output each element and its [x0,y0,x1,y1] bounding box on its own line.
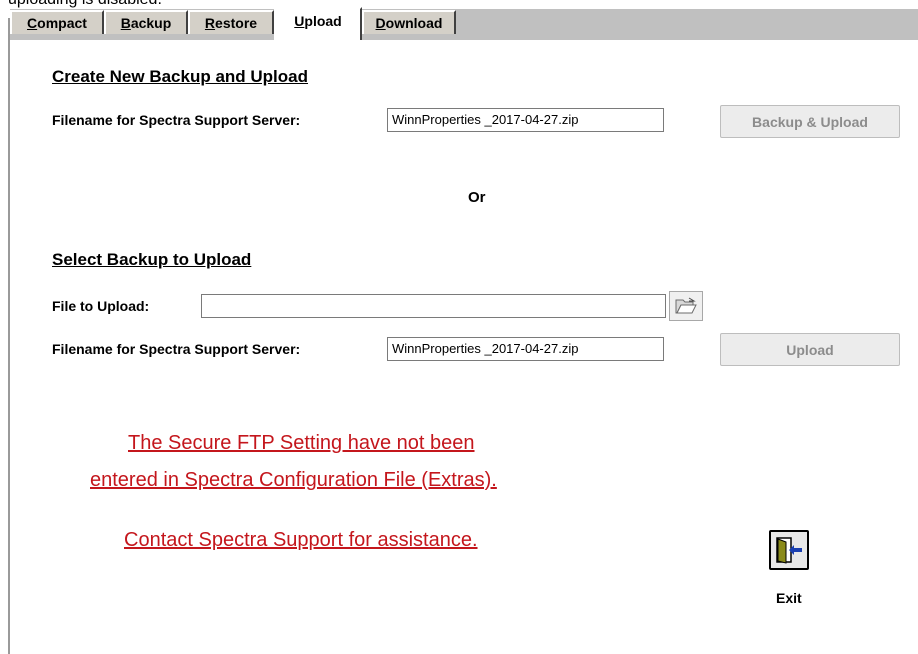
upload-button[interactable]: Upload [720,333,900,366]
tab-download-rest: ownload [385,15,443,31]
exit-door-icon [776,537,802,564]
browse-folder-button[interactable] [669,291,703,321]
select-filename-field[interactable]: WinnProperties _2017-04-27.zip [387,337,664,361]
tab-upload[interactable]: Upload [274,7,362,41]
create-filename-field[interactable]: WinnProperties _2017-04-27.zip [387,108,664,132]
tab-upload-key: U [294,13,305,29]
or-separator: Or [468,189,486,206]
tab-backup[interactable]: Backup [104,10,188,34]
tab-backup-key: B [120,15,131,31]
select-filename-label: Filename for Spectra Support Server: [52,341,301,357]
tab-download-key: D [375,15,386,31]
warning-line-3: Contact Spectra Support for assistance. [124,529,478,551]
select-backup-title: Select Backup to Upload [52,250,252,269]
tab-restore[interactable]: Restore [188,10,274,34]
file-to-upload-field[interactable] [201,294,666,318]
tab-compact-rest: ompact [37,15,87,31]
exit-button[interactable] [769,530,809,570]
warning-line-1: The Secure FTP Setting have not been [128,432,475,454]
tab-restore-rest: estore [215,15,258,31]
exit-label: Exit [776,590,802,606]
tab-download[interactable]: Download [362,10,456,34]
tab-backup-rest: ackup [130,15,172,31]
upload-panel: Create New Backup and Upload Filename fo… [10,40,918,654]
file-to-upload-label: File to Upload: [52,298,150,314]
create-backup-title: Create New Backup and Upload [52,67,309,86]
tab-restore-key: R [204,15,216,31]
tab-compact-key: C [27,15,38,31]
warning-line-2: entered in Spectra Configuration File (E… [90,469,497,491]
tab-upload-rest: pload [304,13,342,29]
caption-text: uploading is disabled. [8,0,162,9]
tab-compact[interactable]: Compact [10,10,104,34]
backup-upload-button[interactable]: Backup & Upload [720,105,900,138]
create-filename-label: Filename for Spectra Support Server: [52,112,301,128]
open-folder-icon [675,297,697,314]
